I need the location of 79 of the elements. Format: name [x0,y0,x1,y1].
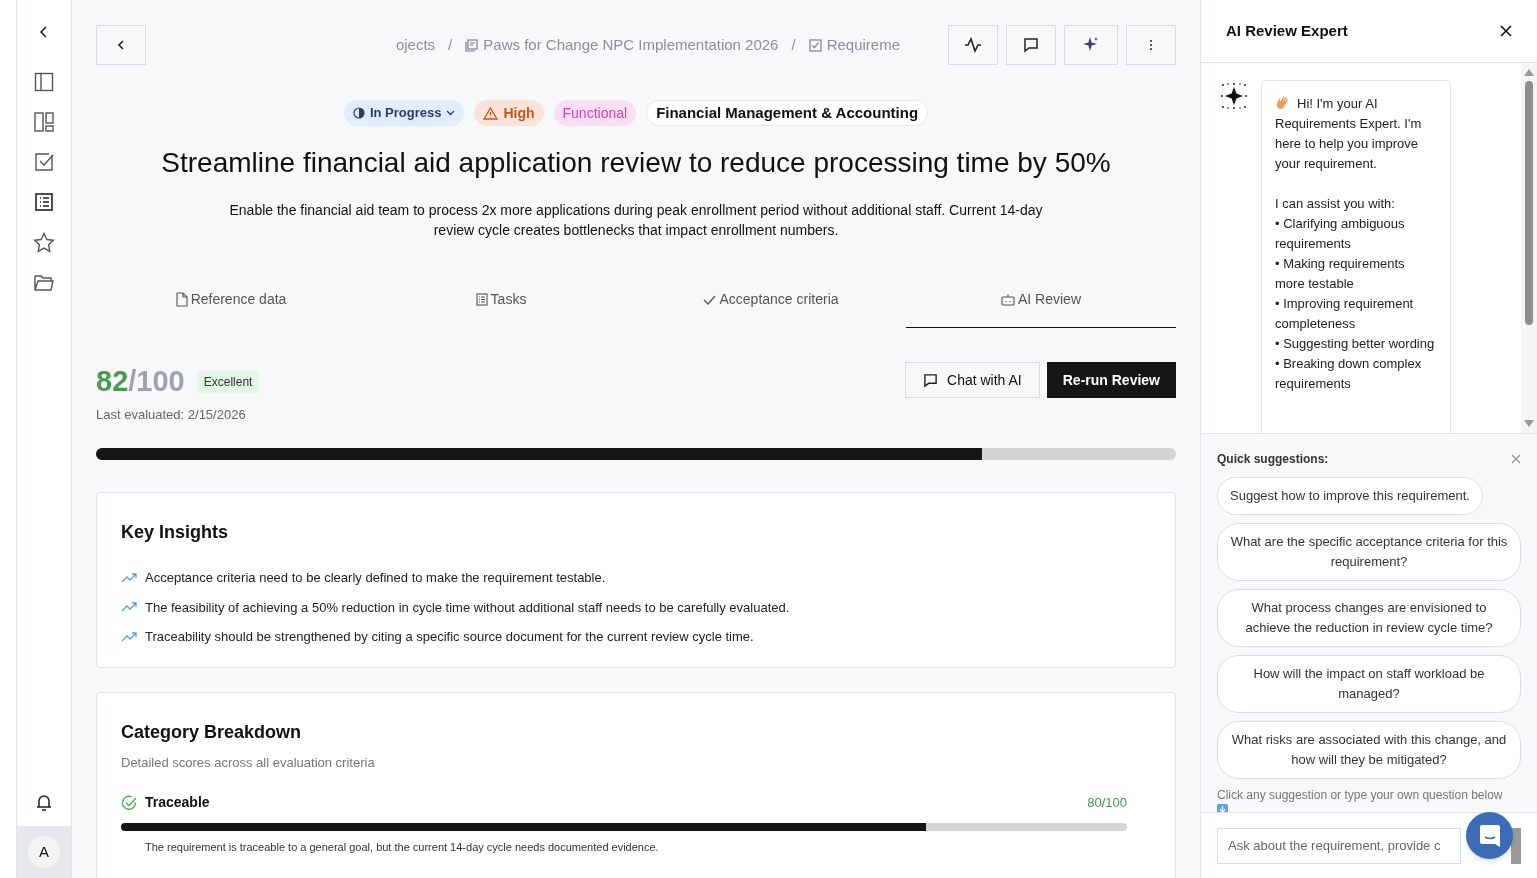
suggestion-chip[interactable]: How will the impact on staff workload be managed? [1217,655,1521,713]
category-note: The requirement is traceable to a general goal, but the current 14-day cycle needs documented evidence. [144,840,660,855]
chat-button[interactable]: Chat with AI [905,362,1040,398]
message-bullet: • Suggesting better wording [1275,335,1436,353]
panel-title: AI Review Expert [1226,20,1348,41]
suggestions-title: Quick suggestions: [1217,451,1329,468]
comment-icon [923,372,939,388]
sidebar-layout-icon[interactable] [34,72,54,92]
message-text: Hi! I'm your AI Requirements Expert. I'm here to help you improve your requirement. [1275,94,1423,173]
trending-up-icon [121,631,137,642]
checkbox-icon [808,38,822,52]
breadcrumb-separator: / [448,34,453,55]
tab[interactable]: AI Review [906,282,1176,328]
comment-icon [1023,37,1039,53]
scrollbar[interactable] [1521,63,1537,433]
rerun-review-button[interactable]: Re-run Review [1046,362,1176,398]
score-value: 82/100 [96,364,185,399]
message-bullet: • Breaking down complex requirements [1275,355,1423,393]
tab[interactable]: Acceptance criteria [636,282,906,328]
trending-up-icon [121,572,137,583]
insight-text: Traceability should be strengthened by citing a specific source document for the current review cycle time. [145,628,754,646]
suggestion-chip[interactable]: Suggest how to improve this requirement. [1217,477,1483,515]
star-icon[interactable] [33,232,55,254]
message-bullet: • Clarifying ambiguous requirements [1275,215,1406,253]
chat-input[interactable]: Ask about the requirement, provide c [1217,827,1462,864]
card-subtitle: Detailed scores across all evaluation criteria [121,753,376,772]
warning-icon [483,106,499,120]
tab[interactable]: Tasks [366,282,636,328]
rating-badge: Excellent [196,370,260,393]
waving-hand-icon [1275,95,1291,110]
status-badge[interactable]: In Progress [343,100,465,126]
type-badge: Functional [553,100,637,126]
suggestion-chip[interactable]: What risks are associated with this change, and how will they be mitigated? [1217,721,1521,779]
folder-icon[interactable] [34,274,54,292]
activity-button[interactable] [948,25,998,65]
activity-icon [964,37,982,53]
document-icon [465,38,479,52]
message-text: I can assist you with: [1275,195,1396,213]
priority-badge: High [474,100,544,126]
message-bullet: • Improving requirement completeness [1275,295,1415,333]
requirement-title: Streamline financial aid application review to reduce processing time by 50% [160,146,1112,180]
list-icon[interactable] [34,192,54,212]
category-score: 80/100 [1087,793,1127,812]
bell-icon[interactable] [36,794,52,812]
insight-text: The feasibility of achieving a 50% reduction in cycle time without additional staff needs to be carefully evaluated. [145,598,790,617]
card-title: Key Insights [121,521,230,544]
user-avatar[interactable]: A [28,836,60,868]
chevron-down-icon [446,110,456,116]
file-icon [175,292,188,307]
chat-bubble-icon [1478,823,1501,848]
checkbox-icon[interactable] [34,152,54,172]
dashboard-icon[interactable] [34,112,54,132]
scroll-up-icon[interactable] [1524,69,1534,76]
send-button[interactable] [1511,827,1521,864]
card-title: Category Breakdown [121,720,303,744]
scroll-down-icon[interactable] [1524,420,1534,427]
check-icon [703,294,717,305]
back-icon [116,39,126,51]
insight-text: Acceptance criteria need to be clearly defined to make the requirement testable. [145,569,606,587]
ai-button[interactable] [1064,25,1118,65]
trending-up-icon [121,602,137,613]
comment-button[interactable] [1006,25,1056,65]
tab[interactable]: Reference data [96,282,366,328]
more-icon [1149,39,1153,51]
hint-text: Click any suggestion or type your own question below [1217,788,1503,802]
last-evaluated: Last evaluated: 2/15/2026 [96,405,247,424]
requirement-description: Enable the financial aid team to process 2x more applications during peak enrollment period without additional staff. Current 14-day review cycle creates bottlenecks that impact enrollment numbers. [228,201,1044,240]
suggestion-chip[interactable]: What are the specific acceptance criteria for this requirement? [1217,523,1521,581]
breadcrumb-separator: / [791,34,796,55]
robot-icon [1001,293,1015,306]
list-icon [475,293,488,306]
close-icon[interactable] [1500,25,1512,37]
message-bullet: • Making requirements more testable [1275,255,1406,293]
ai-sparkle-icon [1221,83,1247,109]
suggestion-chip[interactable]: What process changes are envisioned to achieve the reduction in review cycle time? [1217,589,1521,647]
half-circle-icon [352,107,365,119]
check-circle-icon [121,794,137,811]
category-name: Traceable [145,793,210,812]
category-badge: Financial Management & Accounting [646,100,929,126]
